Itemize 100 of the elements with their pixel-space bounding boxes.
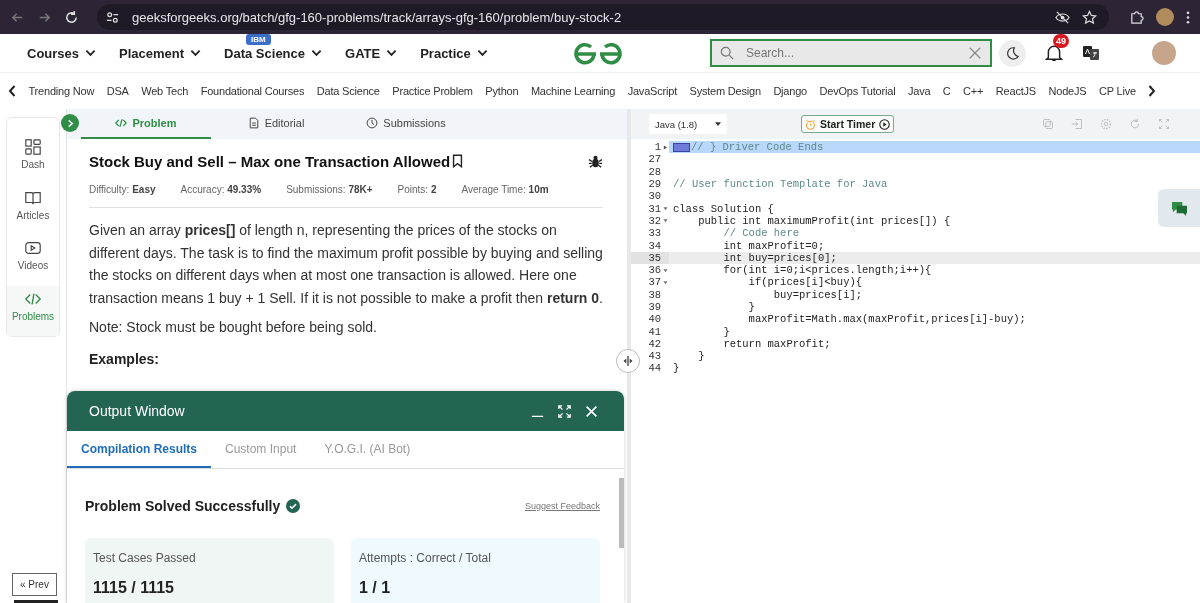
topic-link[interactable]: Data Science bbox=[316, 85, 380, 97]
expand-icon[interactable] bbox=[558, 404, 571, 418]
status-message: Problem Solved Successfully bbox=[85, 498, 281, 514]
code-icon bbox=[115, 117, 128, 129]
problem-stat: Accuracy: 49.33% bbox=[180, 184, 262, 195]
tab[interactable]: Problem bbox=[81, 109, 211, 139]
topic-link[interactable]: Python bbox=[485, 85, 519, 97]
sidebar-item[interactable]: Problems bbox=[7, 285, 59, 336]
code-line: int maxProfit=0; bbox=[722, 239, 825, 252]
topic-link[interactable]: C++ bbox=[963, 85, 984, 97]
bug-icon[interactable] bbox=[588, 153, 603, 169]
line-number: 40 bbox=[648, 313, 661, 326]
fold-arrow-down-icon[interactable] bbox=[662, 218, 668, 224]
chevron-left-icon[interactable] bbox=[8, 85, 16, 97]
line-number: 41 bbox=[648, 325, 661, 338]
sidebar-item[interactable]: Videos bbox=[7, 235, 59, 286]
puzzle-icon[interactable] bbox=[1129, 9, 1144, 25]
output-window-title: Output Window bbox=[89, 403, 185, 419]
card-value: 1 / 1 bbox=[359, 579, 392, 597]
chevron-right-icon[interactable] bbox=[1148, 85, 1157, 97]
line-number: 29 bbox=[648, 178, 661, 191]
feedback-link[interactable]: Suggest Feedback bbox=[524, 501, 600, 511]
chat-button[interactable] bbox=[1158, 189, 1200, 227]
code-line: public int maximumProfit(int prices[]) { bbox=[697, 214, 951, 227]
clear-icon[interactable] bbox=[968, 46, 982, 60]
language-select[interactable]: Java (1.8) bbox=[649, 114, 727, 134]
topic-link[interactable]: C bbox=[942, 85, 951, 97]
examples-heading: Examples: bbox=[89, 351, 161, 367]
code-line: for(int i=0;i<prices.length;i++){ bbox=[722, 264, 932, 277]
moon-icon bbox=[1005, 45, 1020, 61]
play-icon bbox=[879, 118, 891, 130]
folded-code-icon[interactable] bbox=[673, 142, 690, 152]
topic-link[interactable]: DevOps Tutorial bbox=[819, 85, 896, 97]
topic-link[interactable]: Trending Now bbox=[28, 85, 95, 97]
code-line: return maxProfit; bbox=[722, 337, 831, 350]
topic-link[interactable]: Machine Learning bbox=[530, 85, 616, 97]
prev-button[interactable]: « Prev bbox=[12, 573, 57, 596]
line-number: 42 bbox=[648, 337, 661, 350]
close-icon[interactable] bbox=[585, 404, 598, 418]
resize-arrows-icon bbox=[621, 356, 635, 366]
kebab-menu-icon[interactable] bbox=[1186, 9, 1190, 25]
topic-link[interactable]: Foundational Courses bbox=[200, 85, 305, 97]
nav-menu[interactable]: Placement bbox=[119, 45, 202, 61]
problem-stat: Submissions: 78K+ bbox=[286, 184, 373, 195]
search-field[interactable]: Search... bbox=[710, 39, 992, 67]
chevron-down-icon bbox=[190, 49, 202, 57]
nav-menu[interactable]: Data Science bbox=[224, 45, 322, 61]
line-number: 1 bbox=[654, 141, 661, 154]
line-number: 44 bbox=[648, 362, 661, 375]
tab[interactable]: Compilation Results bbox=[67, 431, 211, 468]
topic-link[interactable]: ReactJS bbox=[995, 85, 1036, 97]
line-number: 35 bbox=[648, 251, 661, 264]
problem-stat: Difficulty: Easy bbox=[89, 184, 156, 195]
address-bar[interactable]: geeksforgeeks.org/batch/gfg-160-problems/track/arrays-gfg-160/problem/buy-stock-2 bbox=[97, 4, 1109, 30]
line-number: 32 bbox=[648, 214, 661, 227]
site-settings-icon[interactable] bbox=[105, 9, 120, 25]
line-number: 30 bbox=[648, 190, 661, 203]
scrollbar[interactable] bbox=[619, 478, 624, 548]
topic-link[interactable]: Java bbox=[907, 85, 931, 97]
translate-icon[interactable] bbox=[1082, 44, 1100, 62]
code-line: } bbox=[673, 362, 680, 375]
logo-icon[interactable] bbox=[574, 41, 622, 65]
fold-arrow-down-icon[interactable] bbox=[662, 267, 668, 273]
topic-link[interactable]: Practice Problem bbox=[392, 85, 473, 97]
nav-menu[interactable]: Practice bbox=[420, 45, 488, 61]
profile-avatar[interactable] bbox=[1156, 8, 1174, 26]
reload-icon[interactable] bbox=[64, 9, 79, 25]
topic-link[interactable]: NodeJS bbox=[1048, 85, 1087, 97]
chat-bubbles-icon bbox=[1170, 200, 1188, 216]
topic-link[interactable]: CP Live bbox=[1098, 85, 1136, 97]
star-icon[interactable] bbox=[1082, 9, 1097, 25]
line-number: 37 bbox=[648, 276, 661, 289]
sidebar-item[interactable]: Dash bbox=[7, 134, 59, 185]
bell-icon[interactable] bbox=[1045, 44, 1063, 62]
topic-link[interactable]: DSA bbox=[106, 85, 129, 97]
search-icon bbox=[720, 46, 734, 60]
problem-description: Given an array prices[] of length n, representing the prices of the stocks on different days. The task is to find the maximum profit possible by buying and selling the stocks on different days when at most one transaction is allowed. Here one transaction means 1 buy + 1 Sell. If it is not possible to make a profit then return 0. bbox=[89, 221, 603, 308]
fold-arrow-down-icon[interactable] bbox=[662, 206, 668, 212]
start-timer-button[interactable]: Start Timer bbox=[801, 115, 895, 133]
nav-menu[interactable]: Courses bbox=[27, 45, 97, 61]
code-line: } bbox=[747, 301, 755, 313]
line-number: 28 bbox=[648, 165, 661, 178]
notification-badge: 49 bbox=[1053, 34, 1069, 48]
eye-slash-icon[interactable] bbox=[1055, 9, 1070, 25]
topic-link[interactable]: Web Tech bbox=[141, 85, 189, 97]
tab[interactable]: Editorial bbox=[211, 109, 341, 139]
chevron-down-icon bbox=[311, 49, 322, 57]
nav-menu[interactable]: GATE bbox=[345, 45, 398, 61]
code-line: class Solution { bbox=[673, 202, 774, 215]
topic-link[interactable]: Django bbox=[773, 85, 808, 97]
fold-arrow-right-icon[interactable] bbox=[662, 144, 668, 150]
sidebar-item[interactable]: Articles bbox=[7, 184, 59, 235]
bookmark-icon[interactable] bbox=[452, 154, 464, 168]
dark-mode-button[interactable] bbox=[999, 39, 1026, 67]
topic-link[interactable]: System Design bbox=[689, 85, 761, 97]
fold-arrow-down-icon[interactable] bbox=[662, 279, 668, 285]
topic-link[interactable]: JavaScript bbox=[627, 85, 677, 97]
line-number: 34 bbox=[648, 239, 661, 252]
doc-icon bbox=[247, 117, 260, 129]
tab[interactable]: Submissions bbox=[341, 109, 471, 139]
